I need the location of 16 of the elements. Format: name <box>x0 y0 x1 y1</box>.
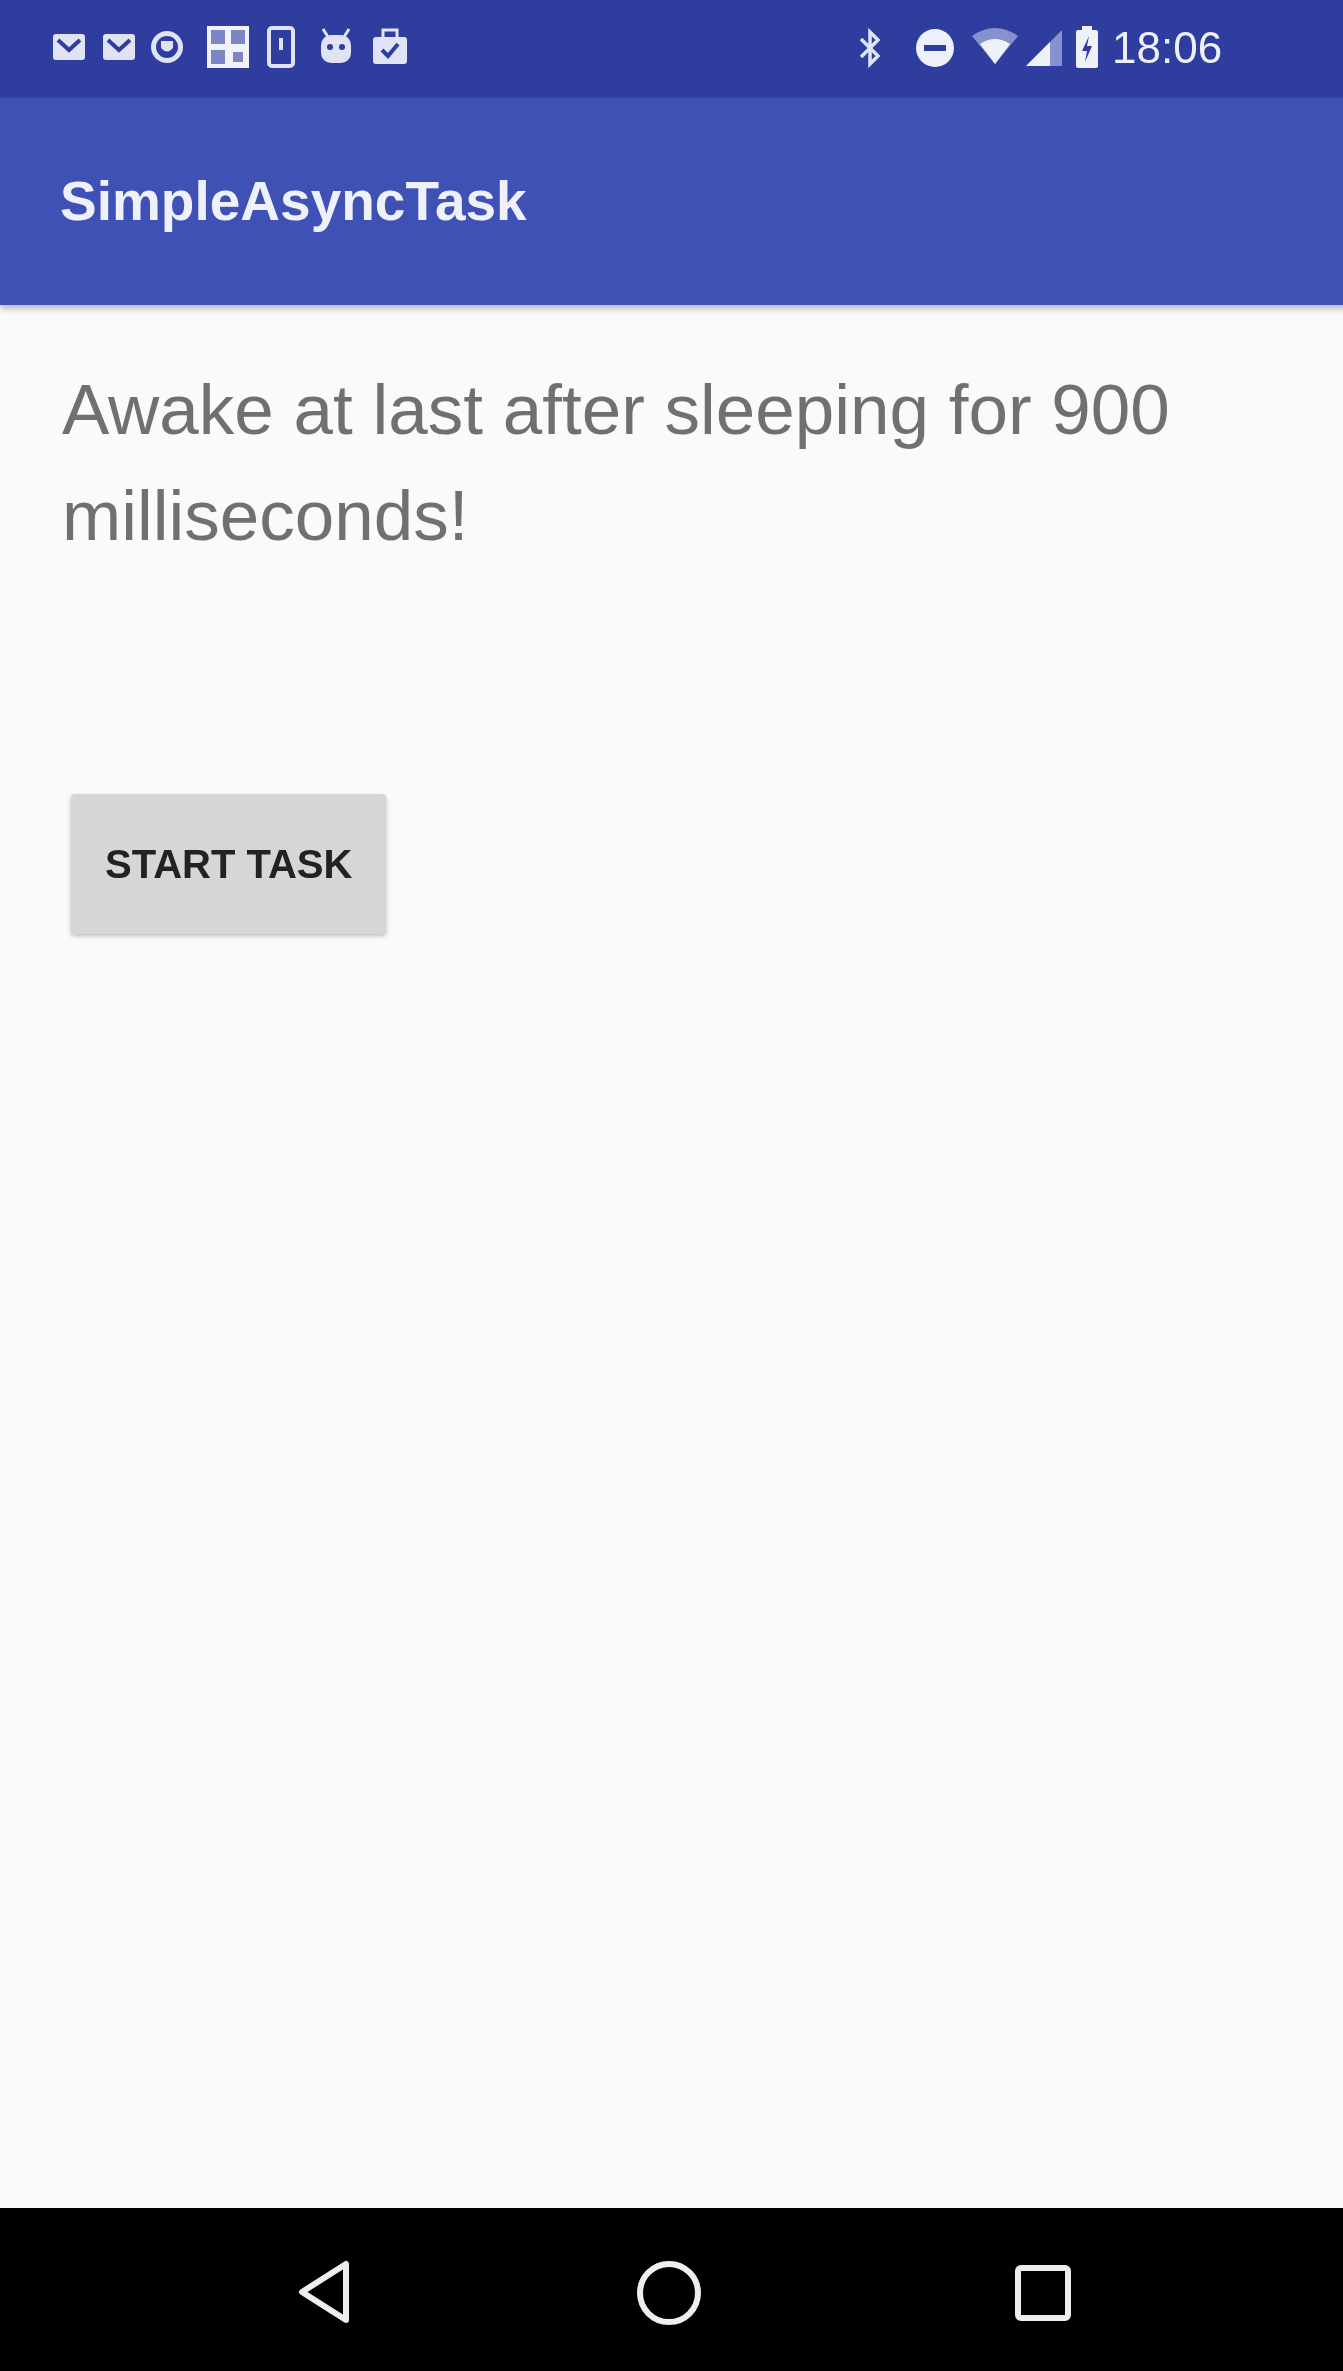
do-not-disturb-icon <box>914 27 956 69</box>
recents-icon[interactable] <box>1014 2264 1072 2322</box>
message-text: Awake at last after sleeping for 900 milliseconds! <box>62 369 1171 557</box>
qr-code-icon <box>207 26 249 68</box>
app-title: SimpleAsyncTask <box>60 169 527 235</box>
wifi-icon <box>970 28 1020 66</box>
battery-charging-icon <box>1074 26 1100 70</box>
status-time: 18:06 <box>1112 22 1223 74</box>
briefcase-check-icon <box>370 27 410 67</box>
back-icon[interactable] <box>296 2260 352 2324</box>
bluetooth-icon <box>858 28 882 68</box>
shield-icon <box>148 28 186 66</box>
signal-icon <box>1024 28 1064 68</box>
start-task-button[interactable]: START TASK <box>71 794 387 934</box>
phone-icon <box>266 26 296 68</box>
home-icon[interactable] <box>636 2260 702 2326</box>
